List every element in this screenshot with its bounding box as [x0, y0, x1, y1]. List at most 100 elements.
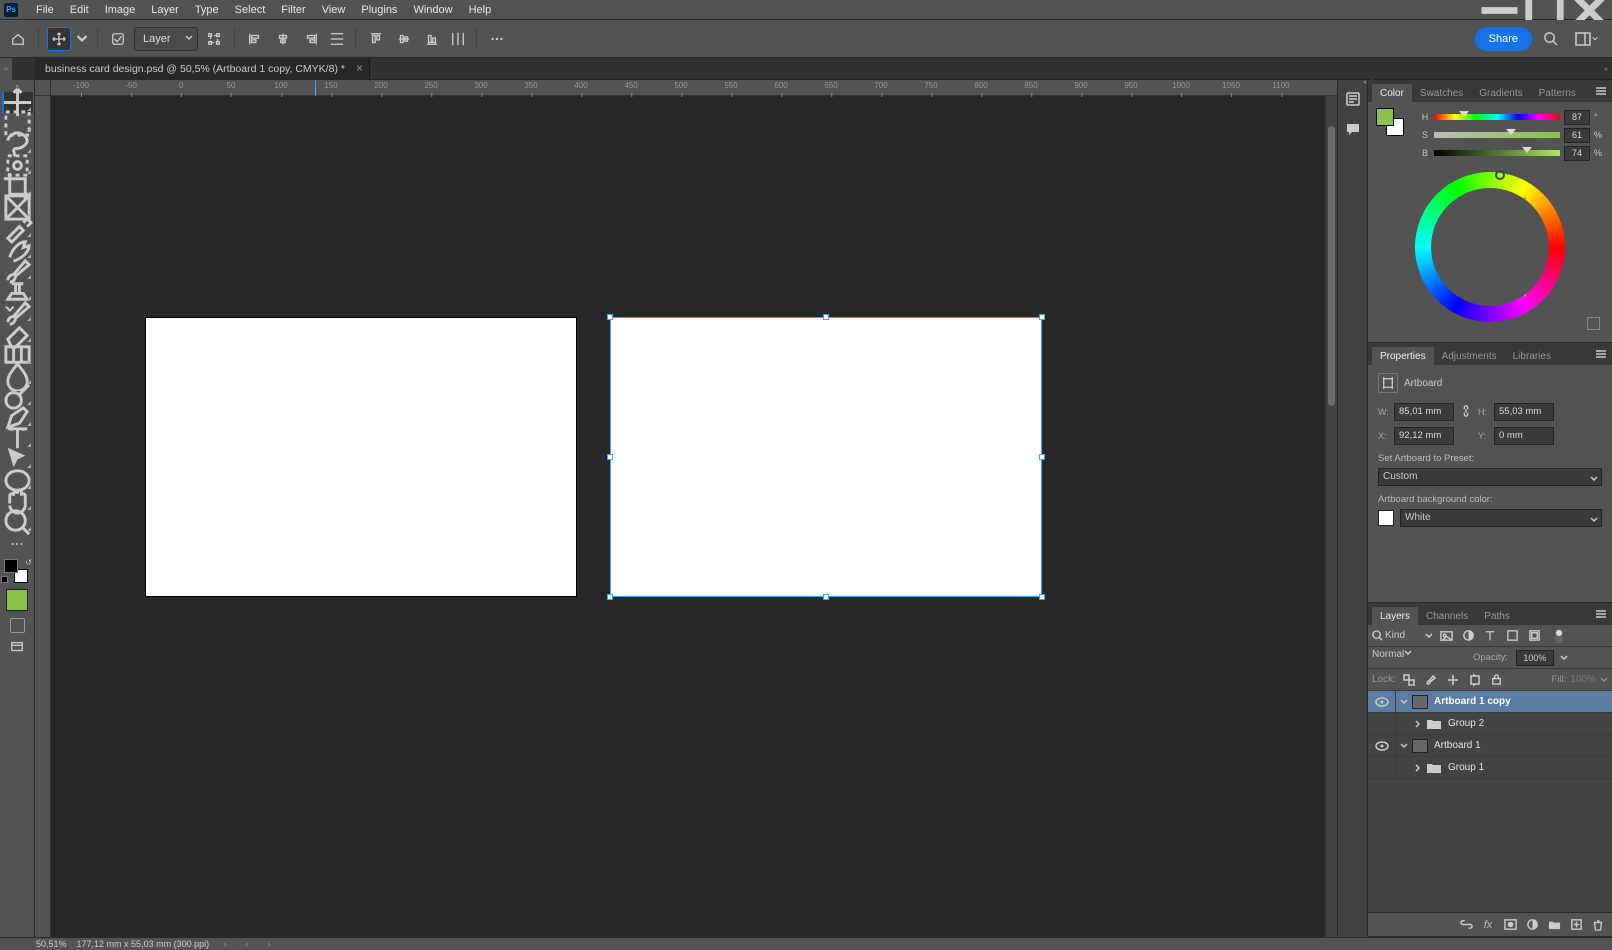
sat-value[interactable]: 61 [1564, 128, 1590, 143]
layer-group-row[interactable]: Group 2 [1368, 713, 1612, 735]
panel-menu-icon[interactable] [1593, 346, 1609, 362]
more-options-button[interactable] [485, 27, 509, 51]
filter-pixel-icon[interactable] [1437, 627, 1455, 645]
filter-toggle[interactable] [1555, 629, 1563, 643]
tab-patterns[interactable]: Patterns [1531, 84, 1584, 102]
more-color-modes-icon[interactable] [1587, 317, 1600, 330]
height-field[interactable]: 55,03 mm [1494, 403, 1554, 421]
minimize-button[interactable] [1477, 0, 1522, 20]
align-hcenter-button[interactable] [271, 27, 295, 51]
layer-group-row[interactable]: Group 1 [1368, 757, 1612, 779]
layer-style-icon[interactable]: fx [1478, 915, 1498, 935]
lock-position-icon[interactable] [1444, 671, 1462, 689]
artboard-bg-dropdown[interactable]: White [1400, 509, 1602, 527]
menu-window[interactable]: Window [405, 0, 460, 20]
doc-dimensions[interactable]: 177,12 mm x 55,03 mm (300 ppi) [77, 939, 210, 949]
ruler-horizontal[interactable]: -100-50050100150200250300350400450500550… [51, 80, 1337, 96]
menu-file[interactable]: File [28, 0, 62, 20]
bri-value[interactable]: 74 [1564, 146, 1590, 161]
align-left-button[interactable] [243, 27, 267, 51]
menu-edit[interactable]: Edit [62, 0, 97, 20]
filter-adjustment-icon[interactable] [1459, 627, 1477, 645]
disclosure-chevron-icon[interactable] [1410, 764, 1426, 772]
foreground-background-colors[interactable]: ↺ [2, 559, 32, 583]
swap-colors-icon[interactable]: ↺ [25, 558, 32, 567]
x-field[interactable]: 92,12 mm [1394, 427, 1454, 445]
color-swatches[interactable] [1376, 108, 1404, 136]
disclosure-chevron-icon[interactable] [1410, 720, 1426, 728]
maximize-button[interactable] [1522, 0, 1567, 20]
status-prev-icon[interactable]: ‹ [241, 938, 253, 950]
distribute-h-button[interactable] [327, 27, 347, 51]
blend-mode-dropdown[interactable]: Normal [1372, 649, 1467, 667]
visibility-toggle[interactable] [1368, 735, 1396, 756]
filter-type-icon[interactable] [1481, 627, 1499, 645]
canvas-area[interactable]: -100-50050100150200250300350400450500550… [35, 80, 1337, 937]
tab-gradients[interactable]: Gradients [1471, 84, 1530, 102]
tab-paths[interactable]: Paths [1476, 607, 1518, 625]
width-field[interactable]: 85,01 mm [1394, 403, 1454, 421]
adjustment-layer-icon[interactable] [1522, 915, 1542, 935]
menu-view[interactable]: View [314, 0, 354, 20]
scrollbar-vertical[interactable] [1325, 96, 1337, 937]
align-right-button[interactable] [299, 27, 323, 51]
tab-swatches[interactable]: Swatches [1412, 84, 1471, 102]
collapse-left-icon[interactable]: » [0, 58, 12, 80]
group-layers-icon[interactable] [1544, 915, 1564, 935]
menu-image[interactable]: Image [97, 0, 144, 20]
saturation-slider[interactable] [1434, 132, 1560, 138]
align-vcenter-button[interactable] [392, 27, 416, 51]
opacity-value[interactable]: 100% [1516, 650, 1554, 666]
color-wheel[interactable] [1376, 172, 1604, 332]
visibility-toggle[interactable] [1368, 757, 1396, 778]
distribute-v-button[interactable] [448, 27, 468, 51]
tab-channels[interactable]: Channels [1418, 607, 1476, 625]
panel-menu-icon[interactable] [1593, 606, 1609, 622]
tab-properties[interactable]: Properties [1372, 347, 1434, 365]
align-bottom-button[interactable] [420, 27, 444, 51]
visibility-toggle[interactable] [1368, 713, 1396, 734]
artboard-1-copy[interactable] [611, 318, 1041, 596]
layers-tree[interactable]: Artboard 1 copyGroup 2Artboard 1Group 1 [1368, 691, 1612, 912]
screen-mode-button[interactable] [2, 636, 33, 658]
comments-panel-icon[interactable] [1340, 116, 1366, 142]
lock-artboard-icon[interactable] [1466, 671, 1484, 689]
visibility-toggle[interactable] [1368, 691, 1396, 712]
ruler-vertical[interactable] [35, 96, 51, 937]
artboard-preset-dropdown[interactable]: Custom [1378, 468, 1602, 486]
tab-adjustments[interactable]: Adjustments [1434, 347, 1505, 365]
document-tab[interactable]: business card design.psd @ 50,5% (Artboa… [35, 58, 370, 80]
menu-filter[interactable]: Filter [273, 0, 313, 20]
filter-smart-icon[interactable] [1525, 627, 1543, 645]
status-next-icon[interactable]: › [263, 938, 275, 950]
auto-select-checkbox[interactable] [106, 27, 130, 51]
hue-value[interactable]: 87 [1564, 110, 1590, 125]
y-field[interactable]: 0 mm [1494, 427, 1554, 445]
auto-select-type-dropdown[interactable]: Layer [134, 27, 198, 51]
link-layers-icon[interactable] [1456, 915, 1476, 935]
move-tool-dropdown[interactable] [75, 27, 89, 51]
link-wh-icon[interactable] [1458, 405, 1474, 420]
menu-select[interactable]: Select [227, 0, 274, 20]
move-tool-icon[interactable] [47, 27, 71, 51]
default-colors-icon[interactable] [1, 576, 9, 584]
filter-shape-icon[interactable] [1503, 627, 1521, 645]
layer-artboard-row[interactable]: Artboard 1 copy [1368, 691, 1612, 713]
search-button[interactable] [1536, 25, 1564, 53]
workspace-switcher-button[interactable] [1572, 25, 1600, 53]
ruler-origin[interactable] [35, 80, 51, 96]
document-canvas[interactable] [51, 96, 1337, 937]
fill-value[interactable]: 100% [1570, 674, 1596, 685]
lock-all-icon[interactable] [1488, 671, 1506, 689]
menu-bar[interactable]: Ps File Edit Image Layer Type Select Fil… [0, 0, 1612, 20]
collapse-right-icon[interactable]: « [1600, 58, 1612, 80]
disclosure-chevron-icon[interactable] [1396, 742, 1412, 750]
new-layer-icon[interactable] [1566, 915, 1586, 935]
disclosure-chevron-icon[interactable] [1396, 698, 1412, 706]
menu-help[interactable]: Help [461, 0, 500, 20]
hue-slider[interactable] [1434, 114, 1560, 120]
history-panel-icon[interactable] [1340, 86, 1366, 112]
chevron-down-icon[interactable] [1600, 676, 1608, 684]
align-top-button[interactable] [364, 27, 388, 51]
brightness-slider[interactable] [1434, 150, 1560, 156]
